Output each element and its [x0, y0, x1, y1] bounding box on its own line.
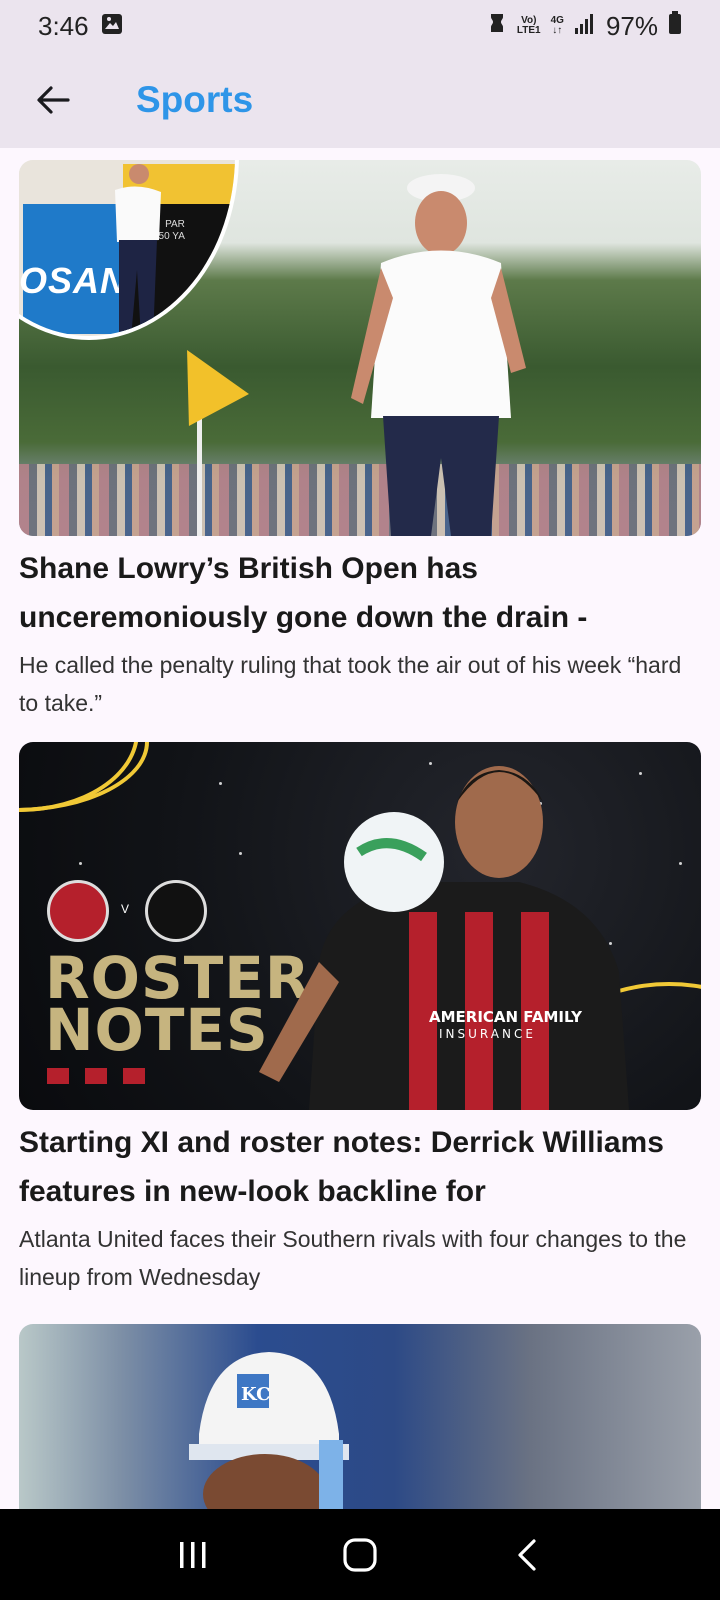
status-time: 3:46	[38, 10, 89, 41]
volte-bottom-label: LTE1	[516, 25, 541, 36]
signal-icon	[574, 11, 596, 42]
flag-icon	[157, 334, 249, 426]
article-description: He called the penalty ruling that took t…	[19, 652, 682, 716]
network-generation: 4G ↓↑	[550, 15, 564, 36]
atlanta-united-crest-icon	[47, 880, 109, 942]
volte-indicator: Vo) LTE1	[517, 16, 541, 36]
status-bar: 3:46 Vo) LTE1 4G ↓↑ 97%	[0, 0, 720, 52]
sponsor-line-2: INSURANCE	[439, 1027, 536, 1041]
helmet-logo: KC	[241, 1384, 271, 1405]
alarm-icon	[487, 11, 507, 42]
article-title[interactable]: Starting XI and roster notes: Derrick Wi…	[19, 1118, 701, 1216]
chevron-left-icon	[518, 1538, 536, 1571]
news-feed[interactable]: OSAN PAR 450 YA Shane Lowry’s British Op…	[0, 148, 720, 1509]
sponsor-line-1: AMERICAN FAMILY	[429, 1008, 583, 1026]
page-title: Sports	[136, 79, 254, 120]
article-card[interactable]: KC	[19, 1324, 701, 1509]
system-nav-bar	[0, 1509, 720, 1600]
article-title[interactable]: Shane Lowry’s British Open has unceremon…	[19, 544, 701, 642]
back-button[interactable]	[28, 75, 78, 125]
recents-icon	[180, 1541, 206, 1568]
arrow-back-icon	[37, 86, 70, 114]
versus-label: V	[121, 902, 130, 916]
article-card[interactable]: OSAN PAR 450 YA Shane Lowry’s British Op…	[19, 160, 701, 722]
soccer-player-figure: AMERICAN FAMILY INSURANCE	[259, 766, 629, 1110]
charlotte-fc-crest-icon	[145, 880, 207, 942]
inset-photo: OSAN PAR 450 YA	[19, 160, 239, 340]
baseball-player-figure: KC	[189, 1352, 349, 1509]
recents-button[interactable]	[163, 1525, 223, 1585]
battery-percent: 97%	[605, 10, 658, 41]
article-image[interactable]: KC	[19, 1324, 701, 1509]
battery-icon	[668, 10, 682, 42]
article-image[interactable]: V ROSTER NOTES AMERICAN FAMILY INSURANCE	[19, 742, 701, 1110]
red-squares-decoration	[47, 1068, 145, 1084]
article-image[interactable]: OSAN PAR 450 YA	[19, 160, 701, 536]
inset-golfer-figure	[115, 164, 161, 336]
home-button[interactable]	[330, 1525, 390, 1585]
nav-back-button[interactable]	[497, 1525, 557, 1585]
article-card[interactable]: V ROSTER NOTES AMERICAN FAMILY INSURANCE	[19, 742, 701, 1296]
home-icon	[343, 1537, 377, 1572]
app-bar: Sports	[0, 52, 720, 148]
gold-arc-decoration	[19, 742, 149, 812]
article-description: Atlanta United faces their Southern riva…	[19, 1226, 687, 1290]
gallery-notification-icon	[101, 11, 123, 42]
golfer-figure	[351, 174, 526, 536]
